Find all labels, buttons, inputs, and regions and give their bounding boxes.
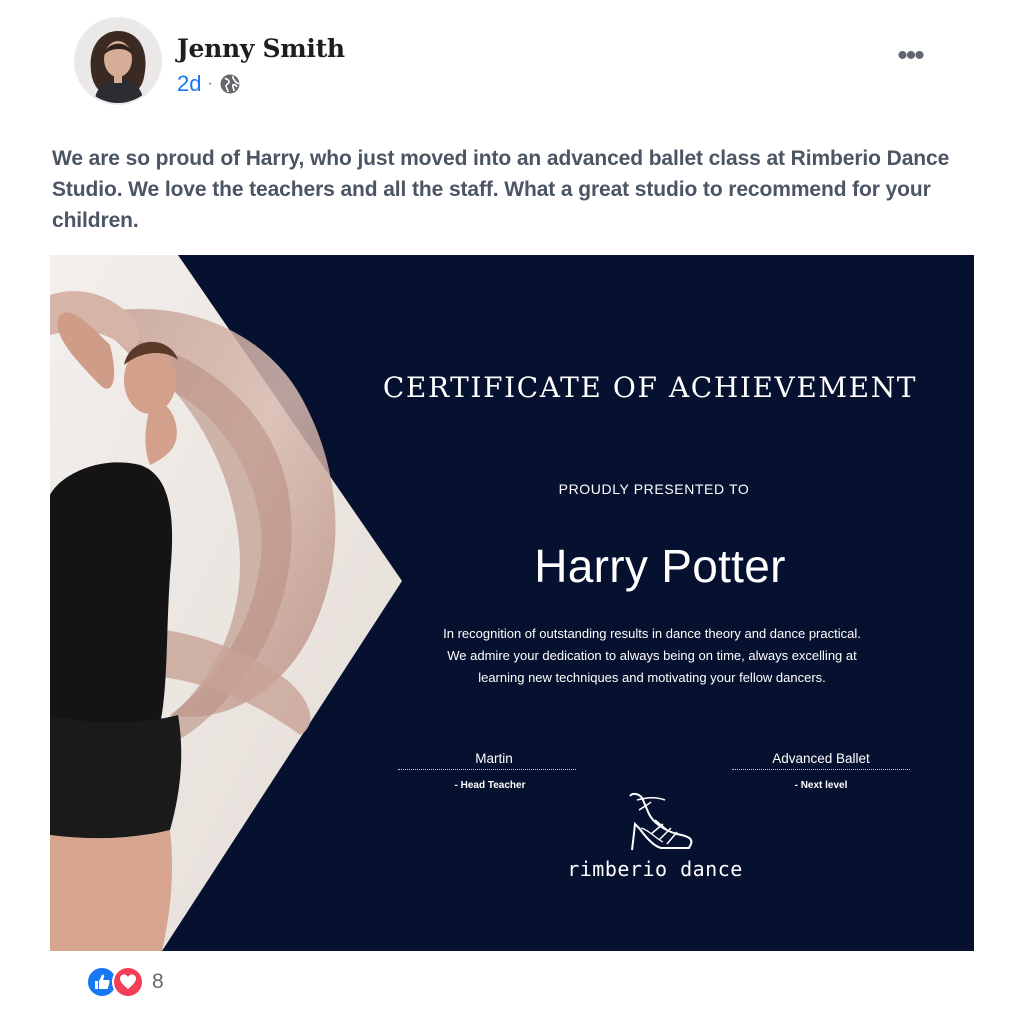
author-name[interactable]: Jenny Smith bbox=[177, 34, 345, 63]
post-card: Jenny Smith 2d · ••• We are so proud of … bbox=[0, 0, 1024, 1024]
signature-role: - Head Teacher bbox=[454, 780, 526, 791]
dance-shoe-logo-icon bbox=[629, 792, 693, 851]
post-meta: 2d · bbox=[177, 71, 241, 97]
meta-separator: · bbox=[207, 75, 213, 92]
reactions-bar[interactable]: 8 bbox=[86, 966, 164, 998]
certificate-body: In recognition of outstanding results in… bbox=[390, 623, 914, 689]
certificate-body-line: We admire your dedication to always bein… bbox=[447, 648, 857, 663]
certificate-subtitle: PROUDLY PRESENTED TO bbox=[558, 481, 750, 497]
signature-line bbox=[732, 769, 910, 770]
certificate-image[interactable]: CERTIFICATE OF ACHIEVEMENT PROUDLY PRESE… bbox=[50, 255, 974, 951]
avatar[interactable] bbox=[76, 19, 160, 103]
certificate-recipient: Harry Potter bbox=[534, 540, 786, 592]
reaction-count[interactable]: 8 bbox=[152, 970, 164, 994]
signature-role: - Next level bbox=[794, 780, 848, 791]
certificate-body-line: In recognition of outstanding results in… bbox=[443, 626, 861, 641]
certificate-title: CERTIFICATE OF ACHIEVEMENT bbox=[382, 371, 918, 404]
certificate-body-line: learning new techniques and motivating y… bbox=[478, 670, 826, 685]
signature-name: Advanced Ballet bbox=[772, 751, 870, 766]
post-text: We are so proud of Harry, who just moved… bbox=[52, 147, 950, 232]
dancer-photo bbox=[50, 255, 402, 951]
signature-line bbox=[398, 769, 576, 770]
globe-icon[interactable] bbox=[219, 73, 241, 95]
more-options-button[interactable]: ••• bbox=[880, 41, 940, 76]
post-time[interactable]: 2d bbox=[177, 71, 201, 97]
love-icon[interactable] bbox=[112, 966, 144, 998]
brand-name: rimberio dance bbox=[567, 857, 743, 881]
signature-name: Martin bbox=[475, 751, 513, 766]
avatar-photo bbox=[76, 19, 160, 103]
